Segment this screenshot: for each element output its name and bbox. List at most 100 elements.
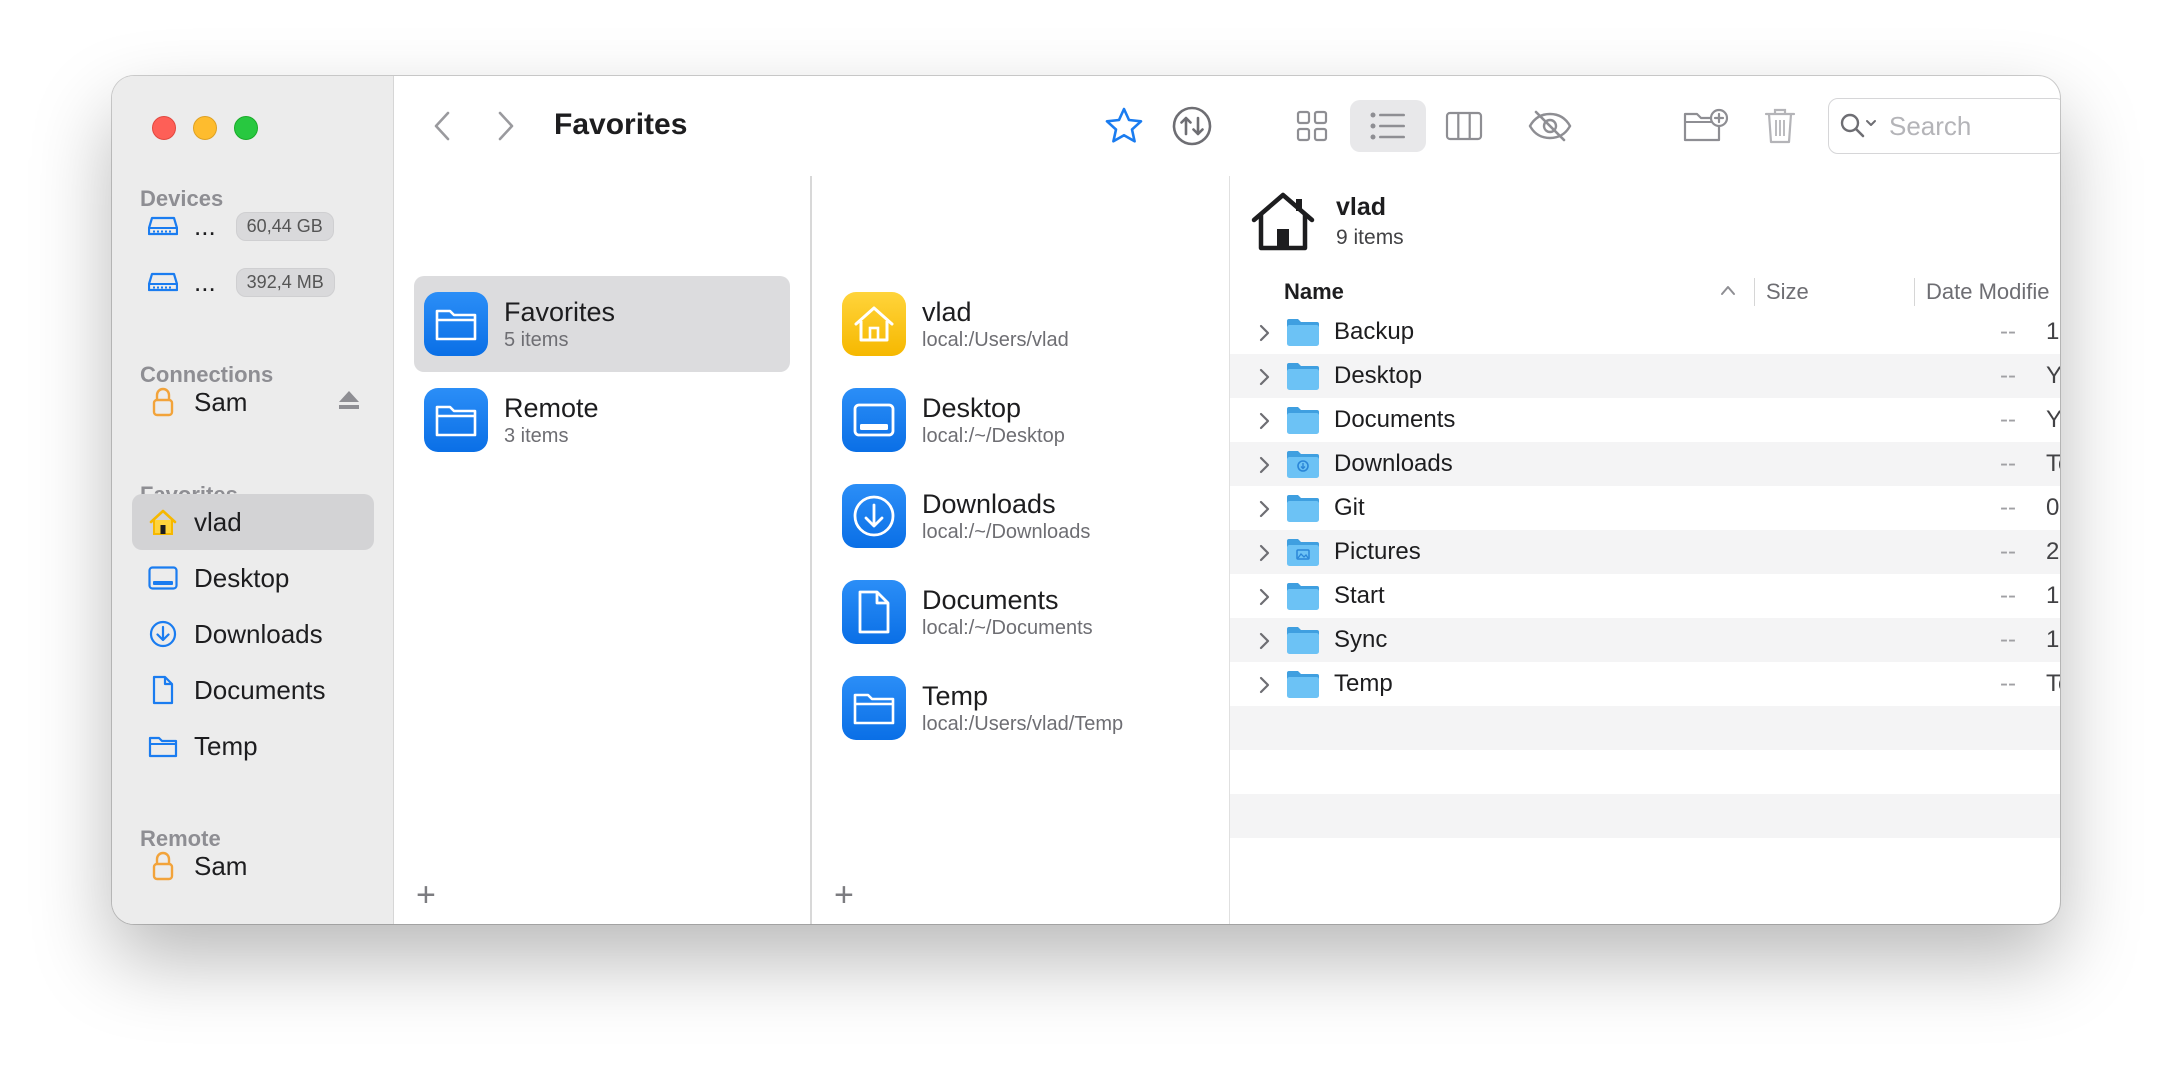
file-date-modified: 17.02.23, 1 bbox=[2046, 318, 2060, 345]
file-size: -- bbox=[2000, 582, 2016, 609]
sidebar-item-temp[interactable]: Temp bbox=[132, 718, 374, 774]
toggle-hidden-files-button[interactable] bbox=[1522, 100, 1578, 152]
favorite-path: local:/~/Downloads bbox=[922, 521, 1091, 543]
search-field[interactable] bbox=[1828, 98, 2060, 154]
home-icon bbox=[146, 505, 180, 539]
favorite-item-vlad[interactable]: vlad local:/Users/vlad bbox=[832, 276, 1208, 372]
view-mode-switcher bbox=[1274, 100, 1502, 152]
pictures-folder-icon bbox=[1286, 537, 1320, 574]
column-divider[interactable] bbox=[1754, 278, 1755, 306]
page-title: Favorites bbox=[554, 108, 688, 141]
sidebar-item-documents[interactable]: Documents bbox=[132, 662, 374, 718]
disclosure-chevron-icon[interactable] bbox=[1258, 454, 1270, 482]
empty-row bbox=[1230, 838, 2060, 882]
favorite-name: Downloads bbox=[922, 489, 1056, 519]
file-row[interactable]: Downloads -- Today, 08:4 bbox=[1230, 442, 2060, 486]
add-favorite-button[interactable]: + bbox=[834, 878, 854, 912]
search-input[interactable] bbox=[1887, 109, 2060, 143]
sidebar-item-remote-sam[interactable]: Sam bbox=[132, 838, 374, 894]
favorite-path: local:/~/Documents bbox=[922, 617, 1093, 639]
disclosure-chevron-icon[interactable] bbox=[1258, 498, 1270, 526]
disclosure-chevron-icon[interactable] bbox=[1258, 674, 1270, 702]
icon-view-button[interactable] bbox=[1274, 100, 1350, 152]
column-header-date-modified[interactable]: Date Modifie bbox=[1926, 272, 2050, 312]
file-name: Pictures bbox=[1334, 538, 1421, 565]
folder-icon bbox=[1286, 405, 1320, 442]
minimize-window-button[interactable] bbox=[193, 116, 217, 140]
column-view-button[interactable] bbox=[1426, 100, 1502, 152]
search-icon bbox=[1840, 113, 1876, 138]
folder-icon bbox=[424, 388, 488, 452]
empty-row bbox=[1230, 706, 2060, 750]
disclosure-chevron-icon[interactable] bbox=[1258, 366, 1270, 394]
folder-icon bbox=[1286, 361, 1320, 398]
favorite-path: local:/~/Desktop bbox=[922, 425, 1065, 447]
app-window: Devices ... 60,44 GB ... 392,4 MB Connec… bbox=[112, 76, 2060, 924]
file-name: Start bbox=[1334, 582, 1385, 609]
new-folder-button[interactable] bbox=[1680, 100, 1732, 152]
download-icon bbox=[842, 484, 906, 548]
toolbar: Favorites bbox=[394, 76, 2060, 176]
document-icon bbox=[146, 673, 180, 707]
column-divider[interactable] bbox=[1914, 278, 1915, 306]
device-size-badge: 392,4 MB bbox=[235, 267, 335, 297]
file-row[interactable]: Desktop -- Yesterday, bbox=[1230, 354, 2060, 398]
close-window-button[interactable] bbox=[152, 116, 176, 140]
favorite-item-downloads[interactable]: Downloads local:/~/Downloads bbox=[832, 468, 1208, 564]
add-group-button[interactable]: + bbox=[416, 878, 436, 912]
file-size: -- bbox=[2000, 538, 2016, 565]
group-name: Remote bbox=[504, 393, 599, 423]
eject-icon[interactable] bbox=[338, 390, 360, 410]
disclosure-chevron-icon[interactable] bbox=[1258, 410, 1270, 438]
column-header-size[interactable]: Size bbox=[1766, 272, 1809, 312]
disclosure-chevron-icon[interactable] bbox=[1258, 630, 1270, 658]
window-controls bbox=[152, 116, 258, 140]
sidebar-item-vlad[interactable]: vlad bbox=[132, 494, 374, 550]
empty-row bbox=[1230, 750, 2060, 794]
folder-icon bbox=[424, 292, 488, 356]
group-count: 5 items bbox=[504, 329, 569, 351]
favorite-item-documents[interactable]: Documents local:/~/Documents bbox=[832, 564, 1208, 660]
favorite-item-temp[interactable]: Temp local:/Users/vlad/Temp bbox=[832, 660, 1208, 756]
folder-title: vlad bbox=[1336, 192, 1387, 221]
back-button[interactable] bbox=[422, 104, 462, 148]
file-row[interactable]: Start -- 13.04.23, 1 bbox=[1230, 574, 2060, 618]
zoom-window-button[interactable] bbox=[234, 116, 258, 140]
sort-ascending-icon[interactable] bbox=[1720, 284, 1736, 296]
transfer-arrows-icon bbox=[1172, 106, 1212, 146]
group-item-remote[interactable]: Remote 3 items bbox=[414, 372, 790, 468]
list-view-button[interactable] bbox=[1350, 100, 1426, 152]
sync-button[interactable] bbox=[1166, 100, 1218, 152]
group-item-favorites[interactable]: Favorites 5 items bbox=[414, 276, 790, 372]
file-row[interactable]: Git -- 07.04.23, 0 bbox=[1230, 486, 2060, 530]
file-name: Desktop bbox=[1334, 362, 1423, 389]
column-header-name[interactable]: Name bbox=[1284, 272, 1344, 312]
sidebar-item-downloads[interactable]: Downloads bbox=[132, 606, 374, 662]
favorite-button[interactable] bbox=[1098, 100, 1150, 152]
forward-button[interactable] bbox=[486, 104, 526, 148]
favorite-path: local:/Users/vlad/Temp bbox=[922, 713, 1124, 735]
columns-icon bbox=[1445, 111, 1483, 141]
file-row[interactable]: Pictures -- 20.03.23, 2 bbox=[1230, 530, 2060, 574]
device-name: ... bbox=[194, 210, 216, 241]
disclosure-chevron-icon[interactable] bbox=[1258, 586, 1270, 614]
folder-icon bbox=[1286, 581, 1320, 618]
file-date-modified: 20.03.23, 2 bbox=[2046, 538, 2060, 565]
folder-icon bbox=[1286, 625, 1320, 662]
folder-item-count: 9 items bbox=[1336, 225, 1404, 249]
sidebar-item-desktop[interactable]: Desktop bbox=[132, 550, 374, 606]
file-list: Backup--17.02.23, 1Desktop--Yesterday,Do… bbox=[1230, 310, 2060, 882]
chevron-right-icon bbox=[498, 111, 514, 141]
file-row[interactable]: Temp -- Today, 12:3 bbox=[1230, 662, 2060, 706]
disclosure-chevron-icon[interactable] bbox=[1258, 542, 1270, 570]
file-row[interactable]: Sync -- 13.04.23, 1 bbox=[1230, 618, 2060, 662]
sidebar-item-device-2[interactable]: ... 392,4 MB bbox=[132, 254, 374, 310]
sidebar-item-label: Sam bbox=[194, 850, 248, 881]
file-row[interactable]: Backup -- 17.02.23, 1 bbox=[1230, 310, 2060, 354]
delete-button[interactable] bbox=[1754, 100, 1806, 152]
favorite-item-desktop[interactable]: Desktop local:/~/Desktop bbox=[832, 372, 1208, 468]
disclosure-chevron-icon[interactable] bbox=[1258, 322, 1270, 350]
sidebar-item-device-1[interactable]: ... 60,44 GB bbox=[132, 198, 374, 254]
sidebar-item-connection-sam[interactable]: Sam bbox=[132, 374, 374, 430]
file-row[interactable]: Documents -- Yesterday, bbox=[1230, 398, 2060, 442]
